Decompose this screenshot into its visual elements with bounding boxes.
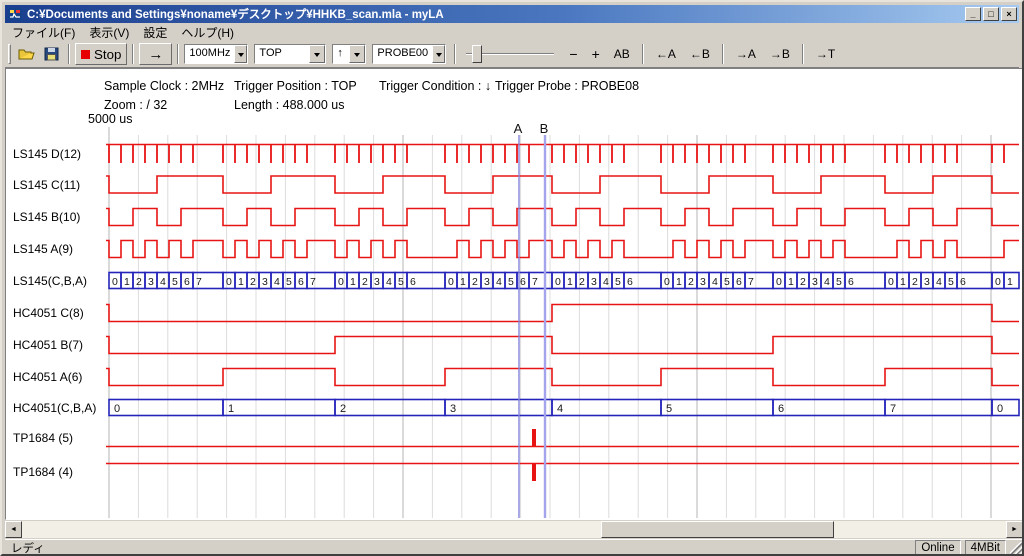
set-cursor-a-button[interactable]: →A — [729, 44, 763, 64]
channel-label-10: TP1684 (4) — [13, 464, 73, 480]
chevron-down-icon[interactable] — [309, 45, 325, 63]
channel-label-6: HC4051 B(7) — [13, 337, 83, 353]
maximize-button[interactable]: □ — [983, 7, 999, 21]
stop-icon — [81, 50, 90, 59]
toolbar-separator — [177, 44, 179, 64]
zoom-slider-thumb[interactable] — [472, 45, 482, 63]
zoom-in-button[interactable]: + — [585, 44, 607, 64]
menu-bar: ファイル(F) 表示(V) 設定 ヘルプ(H) — [5, 23, 1019, 41]
trigger-probe-readout: Trigger Probe : PROBE08 — [495, 79, 639, 93]
zoom-slider[interactable] — [464, 43, 556, 65]
status-memory-badge: 4MBit — [965, 540, 1006, 555]
app-icon — [7, 6, 23, 22]
menu-help[interactable]: ヘルプ(H) — [174, 22, 241, 43]
title-bar[interactable]: C:¥Documents and Settings¥noname¥デスクトップ¥… — [5, 5, 1019, 23]
trigger-edge-value: ↑ — [333, 45, 349, 63]
toolbar-separator — [802, 44, 804, 64]
chevron-down-icon[interactable] — [432, 45, 445, 63]
toolbar: Stop → 100MHz TOP ↑ PROBE00 − + AB — [5, 41, 1019, 68]
toolbar-separator — [454, 44, 456, 64]
run-arrow-icon: → — [148, 46, 163, 63]
probe-select[interactable]: PROBE00 — [372, 44, 446, 64]
trigger-condition-readout: Trigger Condition : ↓ — [379, 79, 491, 93]
horizontal-scrollbar[interactable]: ◄ ► — [5, 521, 1023, 538]
channel-label-3: LS145 A(9) — [13, 241, 73, 257]
run-button[interactable]: → — [139, 43, 172, 65]
toolbar-separator — [642, 44, 644, 64]
set-cursor-b-button[interactable]: →B — [763, 44, 797, 64]
channel-label-5: HC4051 C(8) — [13, 305, 84, 321]
channel-label-8: HC4051(C,B,A) — [13, 400, 96, 416]
toolbar-separator — [68, 44, 70, 64]
minimize-button[interactable]: _ — [965, 7, 981, 21]
trigger-position-readout: Trigger Position : TOP — [234, 79, 357, 93]
goto-trigger-button[interactable]: →T — [809, 44, 842, 64]
toolbar-separator — [132, 44, 134, 64]
close-button[interactable]: × — [1001, 7, 1017, 21]
channel-label-4: LS145(C,B,A) — [13, 273, 87, 289]
sample-clock-readout: Sample Clock : 2MHz — [104, 79, 224, 93]
menu-view[interactable]: 表示(V) — [82, 22, 136, 43]
waveform-client-area — [5, 68, 1023, 520]
channel-label-1: LS145 C(11) — [13, 177, 80, 193]
length-readout: Length : 488.000 us — [234, 98, 345, 112]
scrollbar-track[interactable] — [22, 521, 1006, 538]
goto-cursor-b-button[interactable]: ←B — [683, 44, 717, 64]
save-floppy-icon — [44, 47, 59, 61]
scroll-right-button[interactable]: ► — [1006, 521, 1023, 538]
trigger-position-select[interactable]: TOP — [254, 44, 326, 64]
open-folder-icon — [18, 47, 36, 61]
toolbar-separator — [722, 44, 724, 64]
save-button[interactable] — [40, 44, 63, 64]
chevron-down-icon[interactable] — [349, 45, 365, 63]
toolbar-grip — [8, 44, 11, 64]
channel-label-0: LS145 D(12) — [13, 146, 81, 162]
chevron-down-icon[interactable] — [234, 45, 247, 63]
trigger-position-value: TOP — [255, 45, 309, 63]
probe-value: PROBE00 — [373, 45, 432, 63]
status-bar: レディ Online 4MBit — [5, 539, 1023, 555]
trigger-edge-select[interactable]: ↑ — [332, 44, 366, 64]
open-file-button[interactable] — [14, 44, 40, 64]
window-title: C:¥Documents and Settings¥noname¥デスクトップ¥… — [27, 6, 965, 22]
sample-rate-select[interactable]: 100MHz — [184, 44, 248, 64]
status-ready-text: レディ — [5, 539, 911, 556]
channel-label-9: TP1684 (5) — [13, 430, 73, 446]
zoom-readout: Zoom : / 32 — [104, 98, 167, 112]
resize-grip[interactable] — [1010, 542, 1023, 555]
scrollbar-thumb[interactable] — [601, 521, 834, 538]
goto-cursor-a-button[interactable]: ←A — [649, 44, 683, 64]
sample-rate-value: 100MHz — [185, 45, 234, 63]
stop-button[interactable]: Stop — [75, 43, 127, 65]
app-window: C:¥Documents and Settings¥noname¥デスクトップ¥… — [0, 0, 1024, 556]
zoom-ab-button[interactable]: AB — [607, 44, 637, 64]
status-online-badge: Online — [915, 540, 960, 555]
channel-label-2: LS145 B(10) — [13, 209, 80, 225]
stop-label: Stop — [94, 47, 121, 62]
menu-file[interactable]: ファイル(F) — [5, 22, 82, 43]
zoom-out-button[interactable]: − — [562, 44, 584, 64]
scroll-left-button[interactable]: ◄ — [5, 521, 22, 538]
channel-label-7: HC4051 A(6) — [13, 369, 82, 385]
time-scale-label: 5000 us — [88, 112, 132, 126]
menu-settings[interactable]: 設定 — [136, 22, 174, 43]
